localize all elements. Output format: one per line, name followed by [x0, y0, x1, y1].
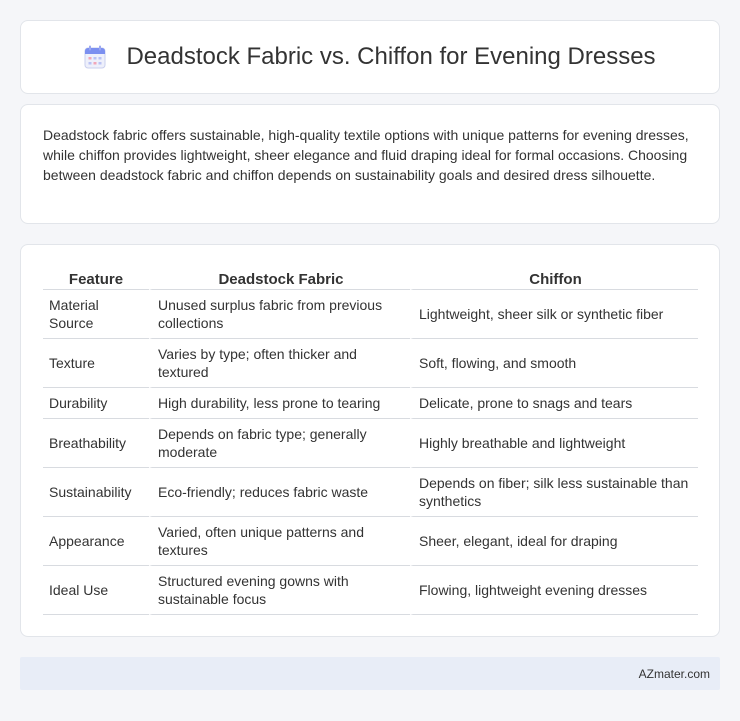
header-chiffon: Chiffon	[410, 263, 698, 290]
deadstock-cell: High durability, less prone to tearing	[149, 388, 410, 419]
deadstock-cell: Eco-friendly; reduces fabric waste	[149, 468, 410, 517]
header-deadstock: Deadstock Fabric	[149, 263, 410, 290]
table-row: Ideal Use Structured evening gowns with …	[43, 566, 698, 615]
feature-cell: Material Source	[43, 290, 149, 339]
feature-cell: Ideal Use	[43, 566, 149, 615]
page-title: Deadstock Fabric vs. Chiffon for Evening…	[126, 43, 656, 70]
table-row: Material Source Unused surplus fabric fr…	[43, 290, 698, 339]
deadstock-cell: Varied, often unique patterns and textur…	[149, 517, 410, 566]
chiffon-cell: Depends on fiber; silk less sustainable …	[410, 468, 698, 517]
table-row: Appearance Varied, often unique patterns…	[43, 517, 698, 566]
table-row: Durability High durability, less prone t…	[43, 388, 698, 419]
deadstock-cell: Depends on fabric type; generally modera…	[149, 419, 410, 468]
table-row: Sustainability Eco-friendly; reduces fab…	[43, 468, 698, 517]
chiffon-cell: Delicate, prone to snags and tears	[410, 388, 698, 419]
feature-cell: Appearance	[43, 517, 149, 566]
table-row: Texture Varies by type; often thicker an…	[43, 339, 698, 388]
table-row: Breathability Depends on fabric type; ge…	[43, 419, 698, 468]
chiffon-cell: Soft, flowing, and smooth	[410, 339, 698, 388]
footer-bar: AZmater.com	[20, 657, 720, 690]
feature-cell: Breathability	[43, 419, 149, 468]
header-feature: Feature	[43, 263, 149, 290]
table-header-row: Feature Deadstock Fabric Chiffon	[43, 263, 698, 290]
calendar-icon	[84, 45, 106, 69]
intro-card: Deadstock fabric offers sustainable, hig…	[20, 104, 720, 224]
chiffon-cell: Highly breathable and lightweight	[410, 419, 698, 468]
deadstock-cell: Structured evening gowns with sustainabl…	[149, 566, 410, 615]
intro-paragraph: Deadstock fabric offers sustainable, hig…	[43, 127, 689, 183]
feature-cell: Texture	[43, 339, 149, 388]
footer-brand: AZmater.com	[638, 666, 710, 681]
chiffon-cell: Flowing, lightweight evening dresses	[410, 566, 698, 615]
chiffon-cell: Sheer, elegant, ideal for draping	[410, 517, 698, 566]
comparison-table-card: Feature Deadstock Fabric Chiffon Materia…	[20, 244, 720, 637]
chiffon-cell: Lightweight, sheer silk or synthetic fib…	[410, 290, 698, 339]
comparison-table: Feature Deadstock Fabric Chiffon Materia…	[43, 263, 698, 615]
feature-cell: Sustainability	[43, 468, 149, 517]
title-wrap: Deadstock Fabric vs. Chiffon for Evening…	[84, 43, 656, 71]
deadstock-cell: Varies by type; often thicker and textur…	[149, 339, 410, 388]
deadstock-cell: Unused surplus fabric from previous coll…	[149, 290, 410, 339]
feature-cell: Durability	[43, 388, 149, 419]
title-card: Deadstock Fabric vs. Chiffon for Evening…	[20, 20, 720, 94]
